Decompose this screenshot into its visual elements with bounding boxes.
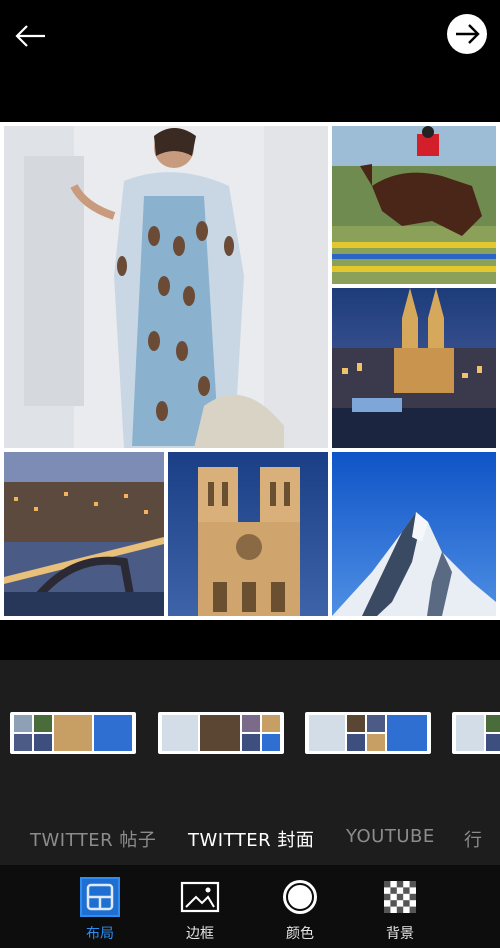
layout-grid-icon xyxy=(80,877,120,917)
tab-twitter-cover[interactable]: TWITTER 封面 xyxy=(188,826,314,852)
size-tabs: TWITTER 帖子 TWITTER 封面 YOUTUBE 行 xyxy=(0,810,500,865)
collage-canvas xyxy=(0,122,500,620)
collage-divider xyxy=(0,620,500,660)
cologne-cathedral-night-photo[interactable] xyxy=(332,288,496,448)
notre-dame-photo[interactable] xyxy=(168,452,328,616)
tab-twitter-post[interactable]: TWITTER 帖子 xyxy=(30,826,156,852)
toolbar-layout-label: 布局 xyxy=(86,926,114,942)
layout-thumb-1[interactable] xyxy=(10,712,136,754)
back-button[interactable] xyxy=(12,18,48,54)
arrow-right-icon xyxy=(456,24,480,44)
next-button[interactable] xyxy=(447,14,487,54)
toolbar-border-label: 边框 xyxy=(186,926,214,942)
tab-row[interactable]: 行 xyxy=(464,826,483,852)
layout-thumb-2[interactable] xyxy=(158,712,284,754)
fashion-woman-photo[interactable] xyxy=(4,126,328,448)
matterhorn-photo[interactable] xyxy=(332,452,496,616)
layout-thumb-4[interactable] xyxy=(452,712,500,754)
toolbar-background-label: 背景 xyxy=(386,926,414,942)
image-frame-icon xyxy=(180,881,220,913)
layout-strip[interactable] xyxy=(0,660,500,810)
top-bar xyxy=(0,0,500,122)
toolbar-border-button[interactable]: 边框 xyxy=(170,877,230,943)
toolbar-color-label: 颜色 xyxy=(286,926,314,942)
toolbar-color-button[interactable]: 颜色 xyxy=(270,877,330,943)
arrow-left-icon xyxy=(15,25,45,47)
tab-youtube[interactable]: YOUTUBE xyxy=(346,826,435,847)
porto-bridge-night-photo[interactable] xyxy=(4,452,164,616)
toolbar-layout-button[interactable]: 布局 xyxy=(70,877,130,943)
bottom-toolbar: 布局 边框 颜色 背景 xyxy=(0,865,500,948)
checkerboard-icon xyxy=(384,881,416,913)
color-circle-icon xyxy=(283,880,317,914)
horse-jumping-photo[interactable] xyxy=(332,126,496,284)
toolbar-background-button[interactable]: 背景 xyxy=(370,877,430,943)
layout-thumb-3[interactable] xyxy=(305,712,431,754)
